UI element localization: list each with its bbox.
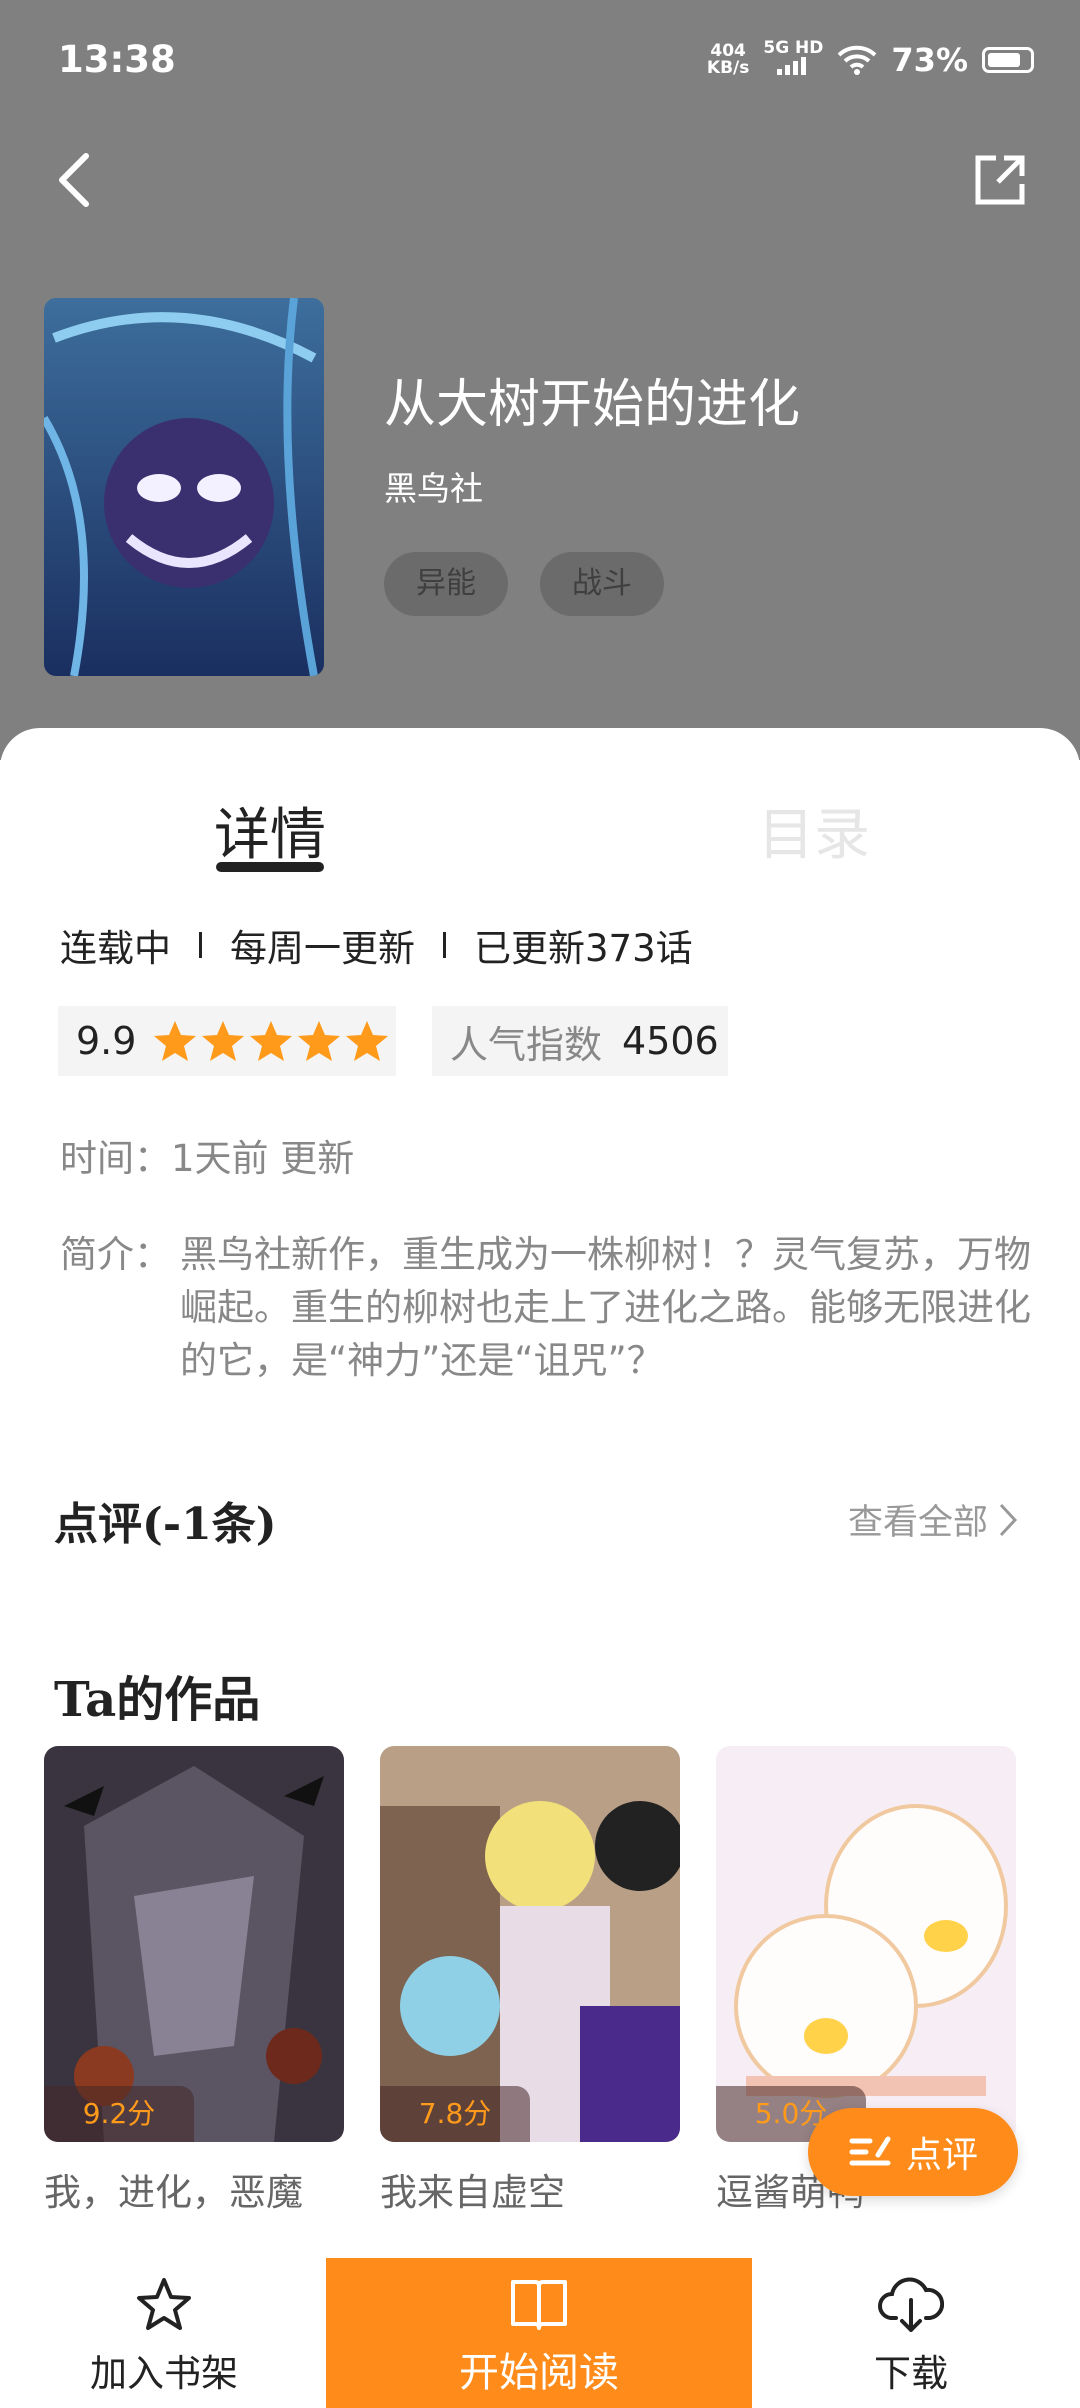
synopsis-text: 黑鸟社新作，重生成为一株柳树！？灵气复苏，万物崛起。重生的柳树也走上了进化之路。… [180,1233,1031,1382]
divider [443,932,446,958]
status-icons: 404 KB/s 5G HD 73% [707,40,1034,79]
tag-chip[interactable]: 战斗 [540,552,664,616]
download-button[interactable]: 下载 [836,2276,986,2397]
chevron-right-icon [999,1503,1018,1536]
synopsis: 简介： 黑鸟社新作，重生成为一株柳树！？灵气复苏，万物崛起。重生的柳树也走上了进… [60,1228,1040,1387]
status-time: 13:38 [58,38,176,81]
synopsis-label: 简介： [60,1233,171,1276]
share-icon[interactable] [970,150,1030,210]
work-card[interactable]: 9.2分 我，进化，恶魔 [44,1746,344,2216]
work-title: 我，进化，恶魔 [44,2171,303,2214]
see-all-reviews-link[interactable]: 查看全部 [848,1494,1018,1545]
comic-cover-image [44,298,324,676]
work-title: 我来自虚空 [380,2171,565,2214]
divider [199,932,202,958]
star-icon [250,1021,293,1061]
comment-fab-button[interactable]: 点评 [808,2108,1018,2196]
comic-title: 从大树开始的进化 [384,375,801,435]
work-card[interactable]: 7.8分 我来自虚空 [380,1746,680,2216]
cloud-download-icon [878,2277,945,2332]
work-score: 9.2分 [44,2086,194,2142]
update-schedule: 每周一更新 [230,927,415,970]
download-label: 下载 [874,2352,948,2395]
wifi-icon [838,45,877,75]
serial-status: 连载中 [60,927,171,970]
star-outline-icon [137,2278,191,2330]
add-to-shelf-button[interactable]: 加入书架 [84,2276,244,2397]
popularity-value: 4506 [622,1019,719,1063]
tab-indicator [216,862,324,872]
battery-icon [982,46,1034,73]
see-all-label: 查看全部 [847,1503,988,1543]
star-icon [298,1021,341,1061]
back-arrow-icon[interactable] [50,150,100,210]
tag-chip[interactable]: 异能 [384,552,508,616]
works-heading: Ta的作品 [54,1672,261,1728]
tab-catalog[interactable]: 目录 [758,790,870,871]
work-cover-image: 7.8分 [380,1746,680,2142]
star-icon [202,1021,245,1061]
signal-icon: 5G HD [763,40,823,79]
start-reading-button[interactable]: 开始阅读 [326,2258,752,2408]
tab-detail[interactable]: 详情 [214,790,326,871]
star-icon [346,1021,389,1061]
work-cover-image: 5.0分 [716,1746,1016,2142]
episode-count: 已更新373话 [474,927,693,970]
comment-fab-label: 点评 [905,2135,978,2176]
rating-stars [152,1019,392,1063]
star-icon [154,1021,197,1061]
work-score: 7.8分 [380,2086,530,2142]
net-speed: 404 KB/s [706,40,750,78]
update-time: 时间：1天前 更新 [60,1137,355,1180]
popularity-label: 人气指数 [450,1022,603,1067]
work-cover-image: 9.2分 [44,1746,344,2142]
start-reading-label: 开始阅读 [459,2350,619,2396]
comic-author[interactable]: 黑鸟社 [384,462,483,510]
popularity-box: 人气指数 4506 [432,1006,728,1076]
serial-info: 连载中 每周一更新 已更新373话 [60,918,693,972]
battery-percent: 73% [891,40,968,79]
open-book-icon [511,2280,567,2330]
rating-box: 9.9 [58,1006,396,1076]
add-to-shelf-label: 加入书架 [90,2352,238,2395]
edit-lines-icon [849,2136,891,2166]
reviews-heading: 点评(-1条) [54,1499,277,1550]
rating-score: 9.9 [76,1019,137,1063]
